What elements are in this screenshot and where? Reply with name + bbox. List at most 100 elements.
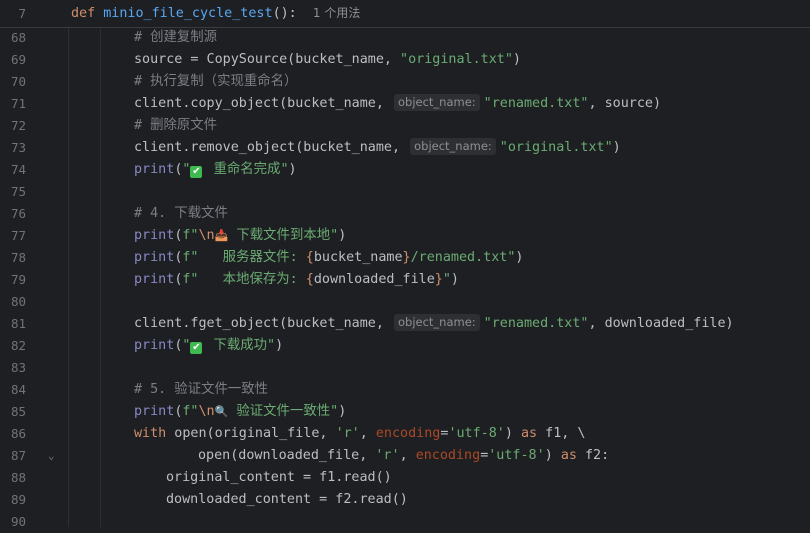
code-line[interactable]: client.fget_object(bucket_name, object_n… xyxy=(134,313,734,335)
line-number: 76 xyxy=(10,206,26,221)
code-text: , source) xyxy=(588,96,662,111)
string-literal: 'r' xyxy=(335,426,360,441)
indent-guide xyxy=(68,27,69,527)
code-line[interactable]: print(f" 本地保存为: {downloaded_file}") xyxy=(134,269,459,291)
code-line[interactable]: client.remove_object(bucket_name, object… xyxy=(134,137,621,159)
indent-guide xyxy=(100,27,101,527)
comment: # 5. 验证文件一致性 xyxy=(134,382,269,397)
line-number: 68 xyxy=(10,30,26,45)
code-text: ) xyxy=(612,140,621,155)
string-literal: " xyxy=(182,338,191,353)
fold-chevron-icon[interactable]: ⌄ xyxy=(48,445,55,467)
code-text: ) xyxy=(504,426,521,441)
code-text: client.fget_object(bucket_name, xyxy=(134,316,392,331)
code-text: ) xyxy=(512,52,521,67)
code-text: client.remove_object(bucket_name, xyxy=(134,140,409,155)
code-text: , downloaded_file) xyxy=(588,316,734,331)
print-builtin: print xyxy=(134,250,175,265)
code-line[interactable]: print(f"\n📥 下载文件到本地") xyxy=(134,225,346,247)
code-line[interactable]: print(f"\n🔍 验证文件一致性") xyxy=(134,401,346,423)
comment: # 删除原文件 xyxy=(134,118,218,133)
code-line[interactable]: print(f" 服务器文件: {bucket_name}/renamed.tx… xyxy=(134,247,523,269)
line-number: 80 xyxy=(10,294,26,309)
line-number: 71 xyxy=(10,96,26,111)
code-line[interactable]: print(" ✔ 下载成功") xyxy=(134,335,283,357)
function-signature-suffix: (): xyxy=(272,6,297,21)
as-keyword: as xyxy=(521,426,538,441)
line-number: 69 xyxy=(10,52,26,67)
string-literal: f" xyxy=(182,228,199,243)
code-text: original_content = f1.read() xyxy=(166,470,392,485)
line-number: 90 xyxy=(10,514,26,529)
code-text: ) xyxy=(338,404,347,419)
print-builtin: print xyxy=(134,162,175,177)
code-text: source = CopySource(bucket_name, xyxy=(134,52,401,67)
string-literal: 验证文件一致性" xyxy=(228,404,339,419)
code-line[interactable]: # 删除原文件 xyxy=(134,115,217,137)
code-line[interactable]: open(downloaded_file, 'r', encoding='utf… xyxy=(198,445,609,467)
line-number: 83 xyxy=(10,360,26,375)
code-line[interactable]: # 5. 验证文件一致性 xyxy=(134,379,268,401)
code-text: downloaded_content = f2.read() xyxy=(166,492,408,507)
string-literal: "original.txt" xyxy=(499,140,613,155)
parameter-hint: object_name: xyxy=(393,314,480,331)
string-literal: f" xyxy=(182,404,199,419)
code-line[interactable]: source = CopySource(bucket_name, "origin… xyxy=(134,49,521,71)
check-mark-icon: ✔ xyxy=(190,342,203,354)
code-text: client.copy_object(bucket_name, xyxy=(134,96,392,111)
code-line[interactable]: with open(original_file, 'r', encoding='… xyxy=(134,423,586,445)
string-literal: "original.txt" xyxy=(400,52,513,67)
string-literal: 下载成功" xyxy=(205,338,276,353)
code-editor[interactable]: 7 def minio_file_cycle_test(): 1 个用法 68 … xyxy=(0,0,810,529)
usage-hint[interactable]: 1 个用法 xyxy=(313,6,360,20)
line-number: 89 xyxy=(10,492,26,507)
print-builtin: print xyxy=(134,338,175,353)
code-line[interactable]: original_content = f1.read() xyxy=(166,467,392,489)
line-number: 84 xyxy=(10,382,26,397)
sticky-code: def minio_file_cycle_test(): 1 个用法 xyxy=(71,0,360,27)
string-literal: f" 本地保存为: xyxy=(182,272,306,287)
line-number: 86 xyxy=(10,426,26,441)
code-text: ) xyxy=(544,448,561,463)
line-number: 72 xyxy=(10,118,26,133)
with-keyword: with xyxy=(134,426,167,441)
string-literal: " xyxy=(442,272,451,287)
brace: } xyxy=(402,250,411,265)
comment: # 创建复制源 xyxy=(134,30,218,45)
sticky-function-header[interactable]: 7 def minio_file_cycle_test(): 1 个用法 xyxy=(0,0,810,28)
keyword-argument: encoding xyxy=(375,426,441,441)
code-line[interactable]: # 4. 下载文件 xyxy=(134,203,228,225)
string-literal: " xyxy=(182,162,191,177)
code-text: ) xyxy=(450,272,459,287)
line-number: 73 xyxy=(10,140,26,155)
string-literal: 'utf-8' xyxy=(488,448,545,463)
line-number: 82 xyxy=(10,338,26,353)
code-text: f1, \ xyxy=(537,426,586,441)
code-line[interactable]: client.copy_object(bucket_name, object_n… xyxy=(134,93,661,115)
brace: { xyxy=(305,250,314,265)
comment: # 4. 下载文件 xyxy=(134,206,228,221)
line-number: 74 xyxy=(10,162,26,177)
magnifier-icon: 🔍 xyxy=(214,405,229,418)
code-line[interactable]: # 创建复制源 xyxy=(134,27,217,49)
line-number: 7 xyxy=(18,6,26,21)
code-line[interactable]: # 执行复制（实现重命名） xyxy=(134,71,297,93)
code-line[interactable]: print(" ✔ 重命名完成") xyxy=(134,159,297,181)
code-text: , xyxy=(399,448,416,463)
print-builtin: print xyxy=(134,228,175,243)
string-literal: 'r' xyxy=(375,448,400,463)
code-text: ) xyxy=(288,162,297,177)
code-line[interactable]: downloaded_content = f2.read() xyxy=(166,489,408,511)
string-literal: "renamed.txt" xyxy=(483,316,589,331)
brace: } xyxy=(434,272,443,287)
keyword-argument: encoding xyxy=(415,448,481,463)
def-keyword: def xyxy=(71,6,96,21)
inbox-tray-icon: 📥 xyxy=(214,229,229,242)
code-text: , xyxy=(359,426,376,441)
line-number: 70 xyxy=(10,74,26,89)
as-keyword: as xyxy=(560,448,577,463)
string-literal: 'utf-8' xyxy=(448,426,505,441)
print-builtin: print xyxy=(134,404,175,419)
function-name[interactable]: minio_file_cycle_test xyxy=(103,6,272,21)
string-literal: "renamed.txt" xyxy=(483,96,589,111)
